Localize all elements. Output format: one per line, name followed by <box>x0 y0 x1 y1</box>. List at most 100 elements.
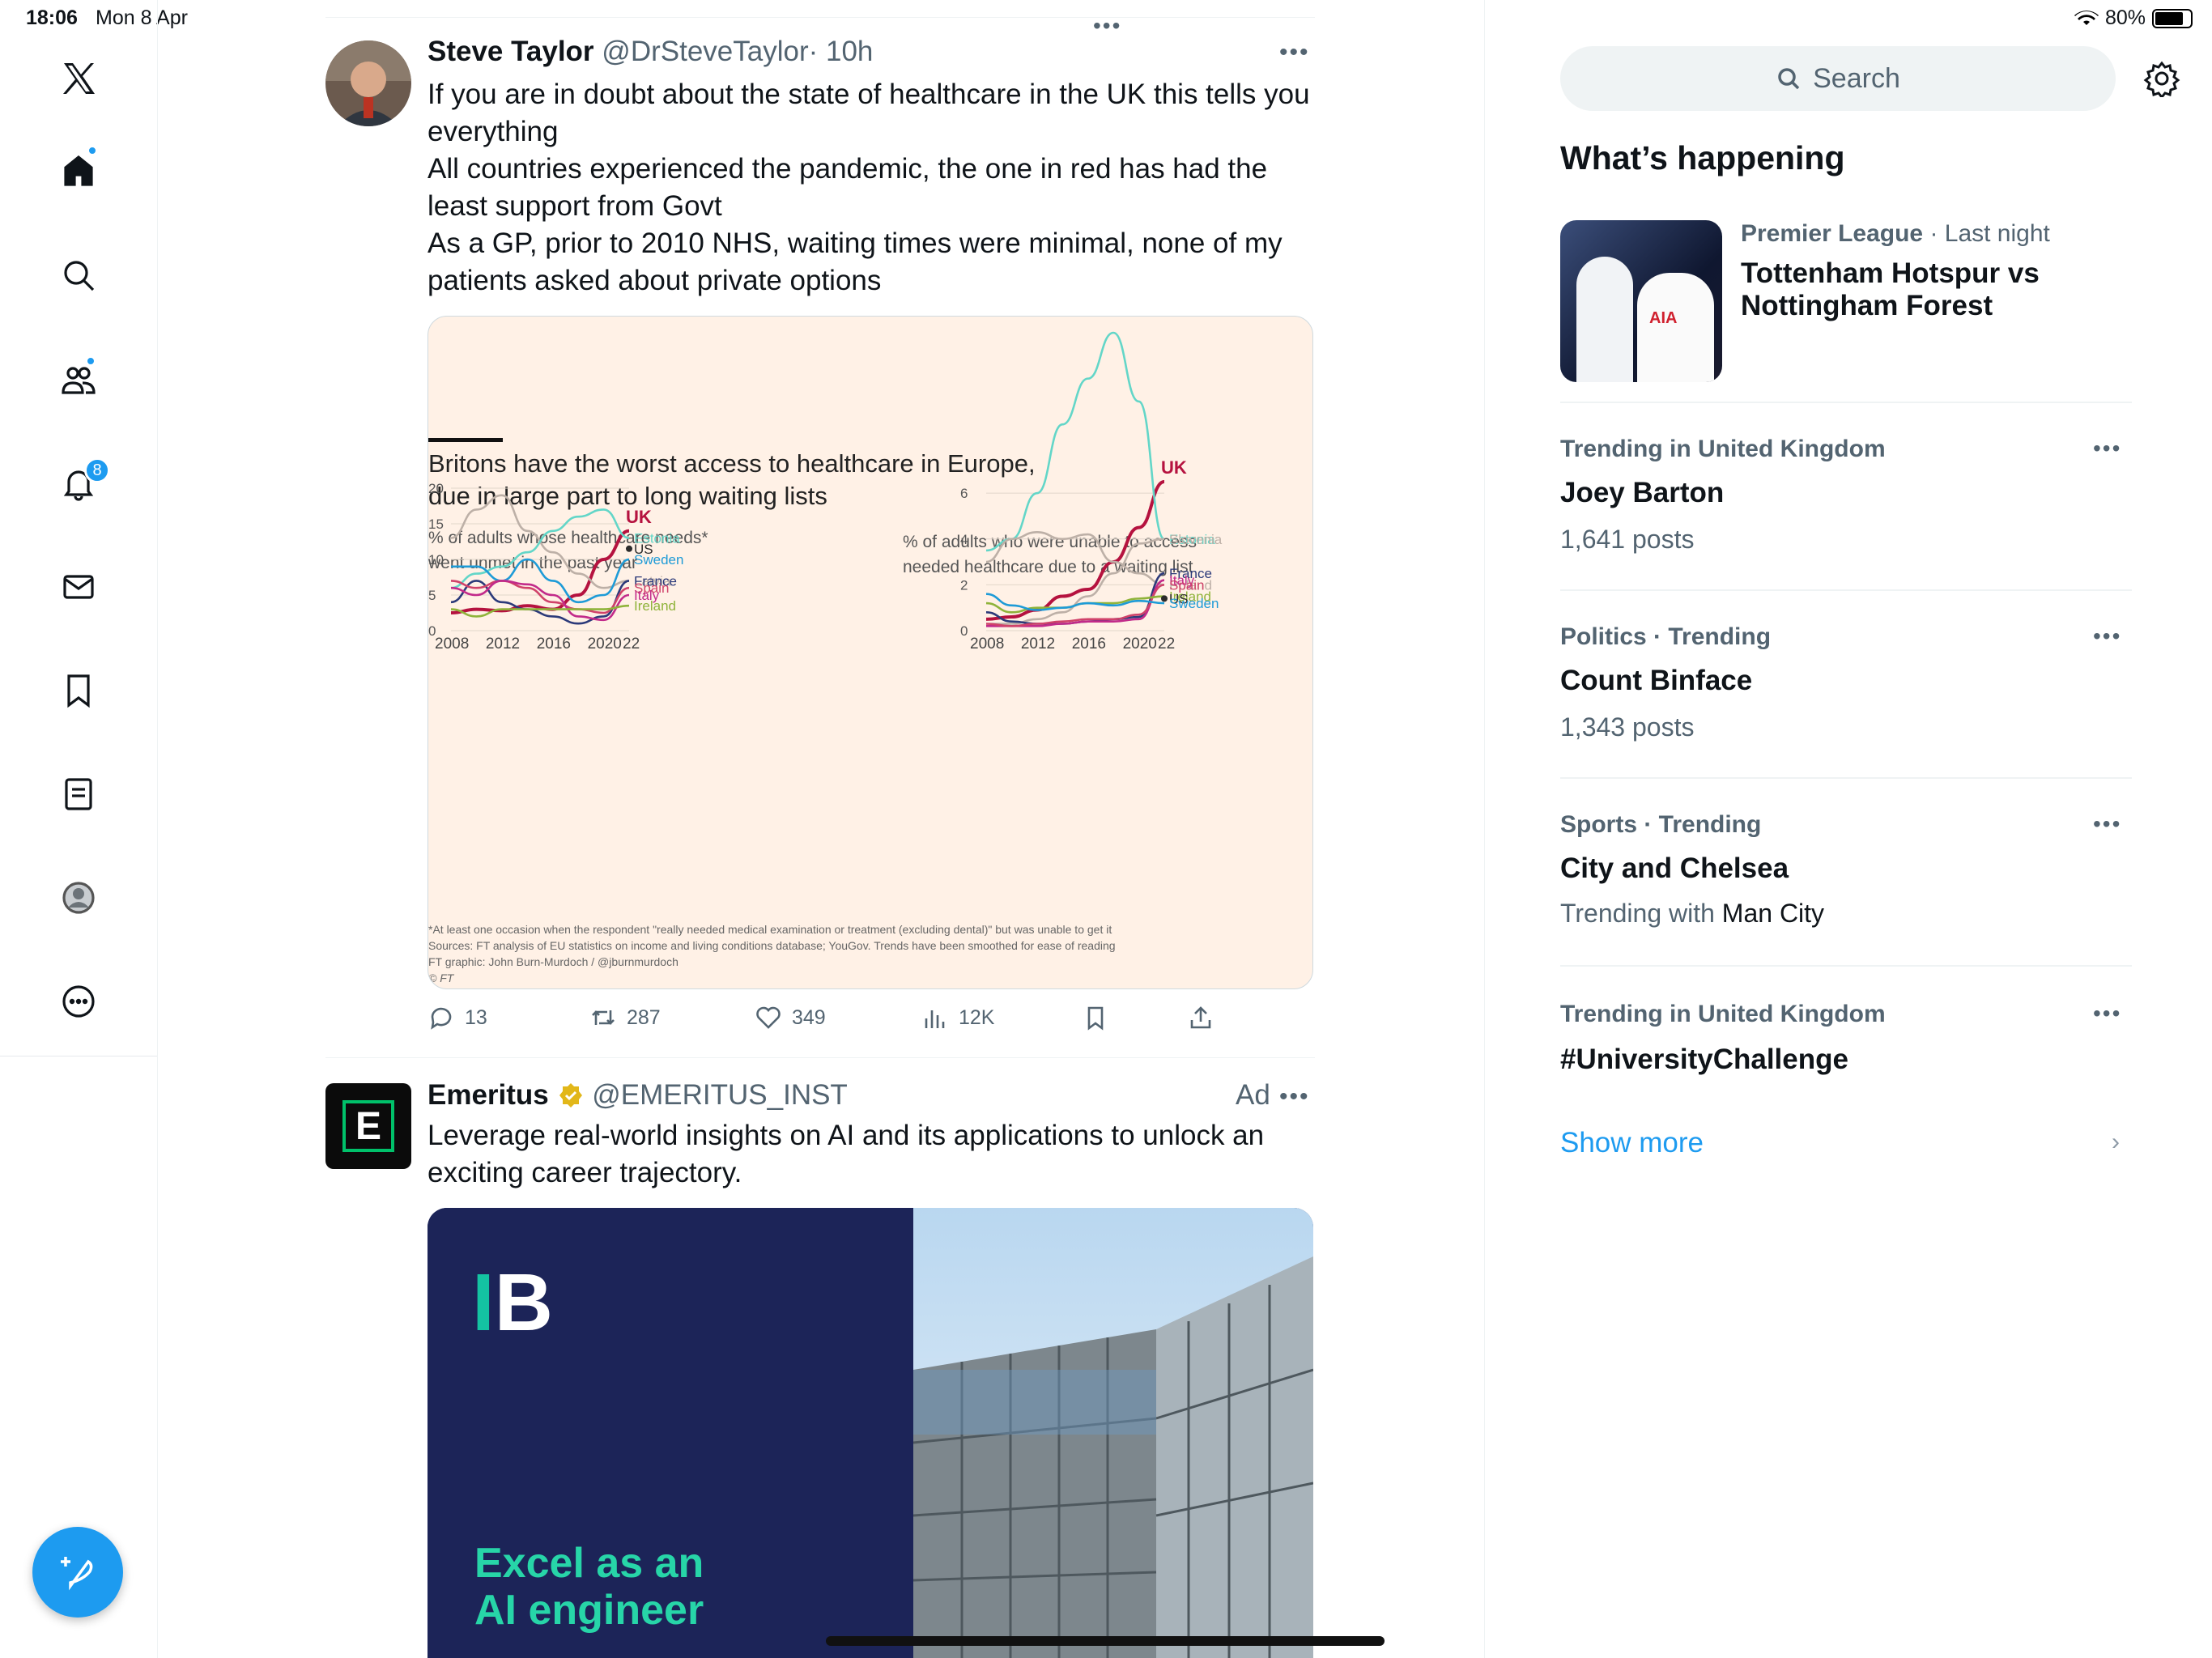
emeritus-e-icon: E <box>342 1100 394 1152</box>
bookmark-button[interactable] <box>1082 1004 1109 1031</box>
series-line-italy <box>450 580 630 622</box>
trend-more-button[interactable]: ••• <box>2093 436 2121 461</box>
featured-trend-context[interactable]: Premier League · Last night <box>1741 220 2050 248</box>
y-tick-label: 5 <box>428 588 436 603</box>
chart-footnote-1: *At least one occasion when the responde… <box>428 923 1112 936</box>
gear-icon <box>2143 61 2180 100</box>
trend-more-button[interactable]: ••• <box>2093 811 2121 837</box>
ad-more-button[interactable]: ••• <box>1279 1083 1310 1111</box>
trend-context: Sports · Trending <box>1560 811 1761 839</box>
trend-divider <box>1560 402 2132 403</box>
featured-trend-image[interactable]: AIA <box>1560 220 1722 382</box>
compose-post-button[interactable] <box>32 1527 123 1618</box>
tweet-media-chart[interactable]: Britons have the worst access to healthc… <box>428 316 1313 989</box>
search-icon[interactable] <box>50 247 107 304</box>
ft-bar-accent <box>428 438 503 442</box>
series-line-estonia <box>450 508 630 589</box>
wifi-icon <box>2074 10 2099 25</box>
status-right: 80% <box>2074 6 2193 30</box>
settings-gear-button[interactable] <box>2143 60 2180 100</box>
emeritus-logo-avatar[interactable]: E <box>325 1083 411 1169</box>
bookmark-icon <box>1087 1006 1104 1031</box>
show-more-link[interactable]: Show more <box>1560 1127 1704 1159</box>
tweet-line: If you are in doubt about the state of h… <box>428 79 1310 110</box>
tweet-author-name[interactable]: Steve Taylor <box>428 36 594 67</box>
chevron-right-icon: › <box>2112 1129 2120 1155</box>
trend-more-button[interactable]: ••• <box>2093 1001 2121 1027</box>
x-tick-label: 2020 <box>1123 636 1157 653</box>
left-chart-subtitle-2: went unmet in the past year <box>428 554 637 572</box>
tweet-text: If you are in doubt about the state of h… <box>428 76 1318 300</box>
tweet-actions: 13 287 349 12K <box>428 1004 1237 1036</box>
y-tick-label: 6 <box>960 486 968 501</box>
y-tick-label: 4 <box>960 532 968 547</box>
tweet-author-handle[interactable]: @DrSteveTaylor <box>602 36 808 67</box>
communities-icon[interactable] <box>50 351 107 408</box>
healthcare-chart: Britons have the worst access to healthc… <box>428 331 1223 984</box>
ad-author-handle[interactable]: @EMERITUS_INST <box>592 1079 848 1111</box>
repost-button[interactable]: 287 <box>589 1004 661 1031</box>
y-tick-label: 20 <box>428 481 444 496</box>
trend-more-button[interactable]: ••• <box>2093 623 2121 649</box>
ad-author-name[interactable]: Emeritus <box>428 1079 549 1111</box>
series-label-uk: UK <box>1161 457 1187 478</box>
trend-title[interactable]: #UniversityChallenge <box>1560 1044 1848 1076</box>
ad-line: exciting career trajectory. <box>428 1157 742 1188</box>
like-button[interactable]: 349 <box>755 1004 826 1031</box>
ad-headline-line2: AI engineer <box>474 1587 704 1634</box>
featured-trend-title-2[interactable]: Nottingham Forest <box>1741 290 1993 322</box>
trend-title[interactable]: City and Chelsea <box>1560 852 1789 885</box>
tweet-more-button[interactable]: ••• <box>1279 39 1310 66</box>
ad-media-image[interactable]: IB Excel as an AI engineer <box>428 1208 1313 1658</box>
share-icon <box>1190 1006 1211 1029</box>
ad-image-panel: IB Excel as an AI engineer <box>428 1208 913 1658</box>
views-button[interactable]: 12K <box>921 1004 994 1031</box>
notifications-badge: 8 <box>84 457 110 483</box>
tweet-author-avatar[interactable] <box>325 40 411 126</box>
trend-context-text: Politics · Trending <box>1560 623 1772 650</box>
lists-icon[interactable] <box>50 766 107 823</box>
tweet-line: everything <box>428 116 559 147</box>
series-label-ireland: Ireland <box>634 598 676 614</box>
reply-count: 13 <box>465 1005 487 1029</box>
tweet-time[interactable]: · 10h <box>809 36 874 67</box>
ad-label: Ad <box>1236 1079 1270 1112</box>
chart-title-line2: due in large part to long waiting lists <box>428 482 827 510</box>
profile-avatar-icon[interactable] <box>50 869 107 926</box>
x-tick-label: 2020 <box>588 636 622 653</box>
x-tick-label: 2008 <box>435 636 469 653</box>
share-button[interactable] <box>1187 1004 1214 1031</box>
tweet-line: patients asked about private options <box>428 265 882 296</box>
featured-trend-title-1[interactable]: Tottenham Hotspur vs <box>1741 257 2040 290</box>
home-icon[interactable] <box>50 142 107 199</box>
shirt-sponsor-logo: AIA <box>1649 309 1678 327</box>
y-tick-label: 0 <box>960 623 968 639</box>
views-chart-icon <box>925 1010 945 1028</box>
ad-headline-line1: Excel as an <box>474 1540 704 1587</box>
chart-title-line1: Britons have the worst access to healthc… <box>428 449 1036 478</box>
x-tick-label: 2016 <box>537 636 571 653</box>
verified-gold-badge-icon <box>559 1083 582 1107</box>
more-options-icon[interactable] <box>50 973 107 1030</box>
feather-plus-icon <box>61 1557 93 1591</box>
home-indicator[interactable] <box>826 1636 1385 1646</box>
trend-title[interactable]: Count Binface <box>1560 665 1752 697</box>
trend-related-prefix: Trending with <box>1560 899 1722 928</box>
messages-mail-icon[interactable] <box>50 559 107 615</box>
search-icon <box>1778 68 1800 90</box>
trend-context-text: Trending in United Kingdom <box>1560 1001 1886 1027</box>
trend-title[interactable]: Joey Barton <box>1560 477 1724 509</box>
x-tick-label: 22 <box>1158 636 1175 653</box>
right-chart-subtitle-2: needed healthcare due to a waiting list <box>903 558 1193 576</box>
bookmarks-icon[interactable] <box>50 662 107 719</box>
drag-handle-dots[interactable]: ••• <box>1093 13 1121 39</box>
trend-related-link[interactable]: Man City <box>1722 899 1824 928</box>
x-tick-label: 2016 <box>1072 636 1106 653</box>
y-tick-label: 10 <box>428 552 444 568</box>
battery-icon <box>2152 8 2193 28</box>
series-label-uk: UK <box>626 507 652 527</box>
reply-button[interactable]: 13 <box>428 1004 487 1031</box>
x-logo-icon[interactable] <box>50 50 107 107</box>
building-photo <box>912 1208 1313 1658</box>
search-input[interactable]: Search <box>1560 46 2116 111</box>
